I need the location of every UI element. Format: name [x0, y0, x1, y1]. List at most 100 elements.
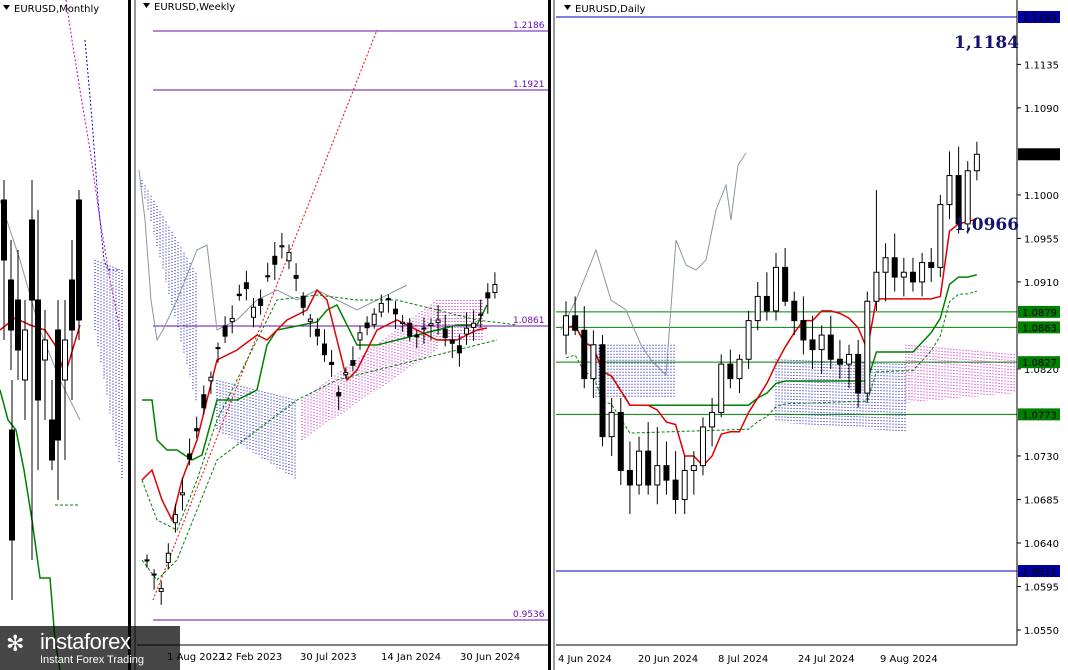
panel-separator-1[interactable] [128, 0, 131, 670]
daily-candle-body [645, 450, 652, 486]
daily-price-labels: 1.1184 1.1042 1.0879 1.0863 1.0827 1.0773 1.06… [1018, 11, 1060, 578]
panel-separator-2[interactable] [548, 0, 551, 670]
daily-candle-body [919, 262, 926, 283]
daily-candle-body [681, 469, 688, 500]
daily-indicator-lines [565, 218, 978, 467]
daily-candle-body [900, 271, 907, 278]
weekly-candle-body [229, 317, 235, 323]
monthly-chart-panel[interactable]: EURUSD,Monthly [0, 0, 128, 670]
weekly-title-arrow-icon [143, 3, 150, 8]
monthly-chart-svg: EURUSD,Monthly [0, 0, 123, 670]
weekly-candle-body [371, 313, 377, 326]
weekly-candle-body [243, 282, 249, 290]
daily-candle-body [581, 329, 588, 380]
monthly-candle-body [22, 329, 28, 381]
monthly-senkou-b-line [84, 39, 118, 271]
monthly-candle-body [69, 279, 75, 331]
monthly-candle-body [55, 329, 61, 441]
weekly-candle-body [464, 327, 469, 335]
weekly-candle-body [343, 372, 349, 376]
weekly-candle-body [236, 293, 242, 297]
weekly-candle-body [350, 360, 356, 366]
daily-x-label-5: 9 Aug 2024 [880, 654, 938, 665]
weekly-candle-body [286, 251, 292, 262]
weekly-candle-body [378, 302, 384, 313]
weekly-candle-body [265, 275, 271, 278]
weekly-level-label-2: 1.1921 [513, 80, 545, 90]
daily-candle-body [818, 334, 825, 351]
daily-price-tick-label: 1.1000 [1024, 191, 1059, 202]
daily-price-tick-label: 1.0955 [1024, 234, 1059, 245]
weekly-candle-body [322, 343, 327, 356]
weekly-candle-body [201, 394, 207, 409]
monthly-candle-body [49, 419, 55, 461]
daily-price-ticks: 1.11351.10901.10001.09551.09101.08201.07… [1017, 60, 1059, 637]
daily-price-tick-label: 1.0685 [1024, 495, 1059, 506]
weekly-candle-body [414, 334, 420, 338]
weekly-candle-body [307, 318, 313, 322]
monthly-candle-body [15, 299, 21, 351]
daily-x-label-3: 8 Jul 2024 [718, 654, 768, 665]
weekly-candle-body [158, 588, 164, 592]
weekly-candle-body [187, 453, 193, 460]
weekly-candle-body [336, 392, 342, 397]
monthly-candle-body [35, 299, 41, 401]
monthly-candle-body [9, 429, 15, 541]
weekly-candle-body [421, 327, 427, 330]
daily-candle-body [791, 300, 798, 322]
daily-candle-body [690, 465, 697, 471]
weekly-level-label-4: 0.9536 [513, 610, 545, 620]
weekly-candle-body [293, 274, 299, 279]
weekly-candle-body [314, 328, 320, 337]
daily-candle-body [827, 334, 834, 360]
instaforex-logo-icon: ✻ [6, 632, 25, 657]
daily-candle-body [663, 465, 670, 481]
daily-price-label: 1.0773 [1022, 410, 1057, 421]
daily-price-tick-label: 1.0910 [1024, 278, 1059, 289]
weekly-candle-body [435, 319, 441, 324]
weekly-candle-body [279, 245, 285, 248]
instaforex-logo[interactable]: ✻ instaforex Instant Forex Trading [0, 626, 180, 670]
daily-candle-body [973, 153, 980, 172]
weekly-candle-body [449, 339, 455, 344]
monthly-candle-body [29, 219, 35, 301]
daily-candle-body [599, 344, 606, 438]
daily-title-arrow-icon [564, 5, 571, 10]
monthly-candle-body [76, 199, 82, 321]
panel-separator-1b [134, 0, 136, 670]
daily-chart-panel[interactable]: 1.1135 1.1090 1.1000 1.0955 1.0910 1.0820 1.07… [556, 0, 1068, 670]
daily-chikou-line [560, 152, 747, 377]
daily-price-label: 1.0611 [1022, 567, 1057, 578]
weekly-green-dashed-lower [141, 339, 498, 581]
weekly-candle-body [364, 322, 370, 329]
daily-candle-body [809, 339, 816, 351]
weekly-candle-body [208, 376, 214, 382]
daily-annotation-1: 1,1184 [954, 33, 1019, 53]
monthly-title: EURUSD,Monthly [14, 4, 99, 15]
daily-candle-body [763, 295, 770, 312]
daily-candle-body [782, 266, 789, 302]
monthly-candle-body [42, 339, 48, 361]
weekly-kijun-line [142, 303, 488, 461]
weekly-chart-panel[interactable]: 1.2186 1.1921 1.0861 0.9536 EURUSD,Weekl… [137, 0, 548, 670]
daily-price-tick-label: 1.1135 [1024, 60, 1059, 71]
weekly-candle-body [385, 298, 391, 301]
monthly-ichimoku-cloud [94, 260, 123, 480]
daily-candle-body [873, 271, 880, 302]
daily-candle-body [937, 204, 944, 268]
weekly-x-label-4: 14 Jan 2024 [381, 652, 441, 663]
monthly-candle-body [1, 199, 7, 261]
weekly-candle-body [400, 321, 406, 324]
daily-candle-body [946, 175, 953, 206]
daily-x-label-2: 20 Jun 2024 [638, 654, 698, 665]
daily-candle-body [745, 320, 752, 360]
daily-candle-body [608, 411, 615, 438]
weekly-candle-body [393, 308, 398, 315]
daily-candle-body [891, 257, 898, 278]
weekly-candle-body [471, 322, 477, 328]
daily-candle-body [882, 257, 889, 273]
daily-candle-body [800, 320, 807, 341]
weekly-candle-body [428, 323, 434, 326]
daily-price-tick-label: 1.1090 [1024, 104, 1059, 115]
weekly-candle-body [165, 552, 171, 564]
